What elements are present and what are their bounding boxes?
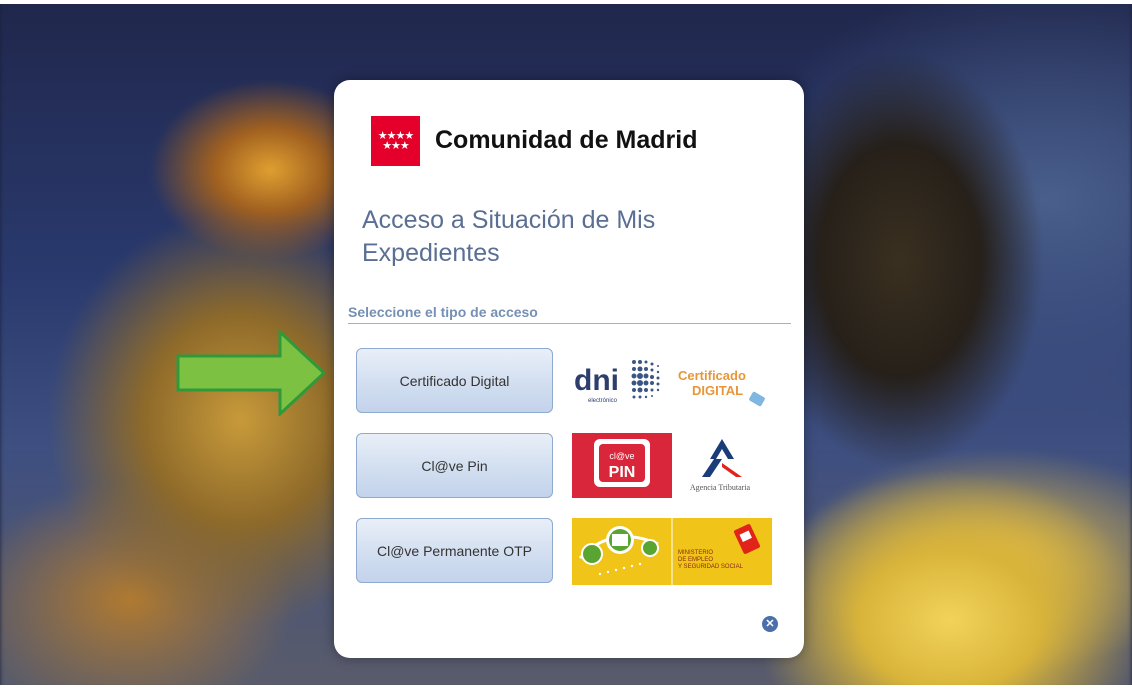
dni-certificado-logos: dni electrónico Certificado DIGITAL: [574, 360, 765, 407]
logo-stars: ★★★★ ★★★: [377, 129, 414, 152]
clave-pin-agencia-logos: cl@ve PIN Agencia Tributaria: [572, 433, 751, 498]
ministerio-line2: DE EMPLEO: [678, 557, 713, 563]
clave-pin-button[interactable]: Cl@ve Pin: [356, 433, 553, 498]
frame-bottom: [0, 685, 1132, 689]
dni-logo-text: dni: [574, 364, 619, 397]
digital-text: DIGITAL: [692, 383, 743, 398]
arrow-pointer-icon: [176, 330, 326, 416]
org-name: Comunidad de Madrid: [435, 126, 698, 154]
certificado-digital-button[interactable]: Certificado Digital: [356, 348, 553, 413]
otp-ministerio-logos: MINISTERIO DE EMPLEO Y SEGURIDAD SOCIAL: [572, 518, 772, 585]
dni-sub-text: electrónico: [588, 398, 618, 404]
certificado-text: Certificado: [678, 368, 746, 383]
section-divider: [348, 323, 791, 324]
ministerio-line1: MINISTERIO: [678, 550, 713, 556]
close-icon[interactable]: ✕: [762, 616, 778, 632]
clave-permanente-otp-button[interactable]: Cl@ve Permanente OTP: [356, 518, 553, 583]
ministerio-line3: Y SEGURIDAD SOCIAL: [678, 564, 744, 570]
pin-text: PIN: [609, 464, 636, 481]
clave-text: cl@ve: [609, 451, 634, 461]
login-dialog: ★★★★ ★★★ Comunidad de Madrid Acceso a Sit…: [334, 80, 804, 658]
section-label: Seleccione el tipo de acceso: [348, 304, 538, 320]
page-title: Acceso a Situación de Mis Expedientes: [362, 206, 656, 267]
comunidad-madrid-logo: ★★★★ ★★★: [371, 116, 420, 166]
frame-top: [0, 0, 1132, 4]
agencia-text: Agencia Tributaria: [690, 483, 751, 492]
